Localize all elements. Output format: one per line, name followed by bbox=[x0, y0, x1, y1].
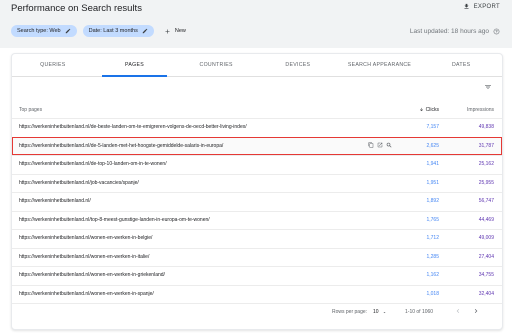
row-clicks: 1,712 bbox=[426, 235, 439, 241]
row-impressions: 31,787 bbox=[478, 142, 494, 149]
row-url[interactable]: https://werkeninhetbuitenland.nl/wonen-e… bbox=[19, 254, 149, 260]
row-url[interactable]: https://werkeninhetbuitenland.nl/top-8-m… bbox=[19, 217, 210, 223]
tab-dates[interactable]: DATES bbox=[420, 54, 502, 76]
filter-chip-label: Date: Last 3 months bbox=[88, 28, 138, 34]
row-impressions: 44,469 bbox=[478, 216, 494, 223]
table-row[interactable]: https://werkeninhetbuitenland.nl/job-vac… bbox=[12, 173, 502, 193]
filter-chip-date[interactable]: Date: Last 3 months bbox=[82, 25, 154, 37]
row-impressions: 25,955 bbox=[478, 179, 494, 186]
row-url[interactable]: https://werkeninhetbuitenland.nl/wonen-e… bbox=[19, 291, 154, 297]
export-label: EXPORT bbox=[473, 3, 500, 10]
column-clicks-label: Clicks bbox=[425, 107, 439, 113]
sort-arrow-icon bbox=[420, 108, 424, 112]
row-url[interactable]: https://werkeninhetbuitenland.nl/de-5-la… bbox=[19, 143, 223, 149]
table-row[interactable]: https://werkeninhetbuitenland.nl/wonen-e… bbox=[12, 284, 502, 304]
help-icon[interactable] bbox=[493, 28, 500, 35]
filter-chip-search-type[interactable]: Search type: Web bbox=[11, 25, 77, 37]
row-clicks: 1,018 bbox=[426, 290, 439, 297]
filter-icon[interactable] bbox=[484, 83, 492, 91]
report-header: Performance on Search results EXPORT Sea… bbox=[0, 0, 512, 48]
inspect-icon[interactable] bbox=[386, 142, 392, 148]
row-clicks: 1,765 bbox=[426, 216, 439, 223]
row-clicks: 1,162 bbox=[426, 272, 439, 278]
tab-pages[interactable]: PAGES bbox=[94, 54, 176, 77]
plus-icon bbox=[165, 28, 170, 34]
row-clicks: 7,157 bbox=[426, 124, 439, 130]
table-body: https://werkeninhetbuitenland.nl/de-best… bbox=[12, 118, 502, 303]
dimension-tabs: QUERIES PAGES COUNTRIES DEVICES SEARCH A… bbox=[12, 54, 502, 77]
new-label: New bbox=[174, 28, 186, 34]
tab-search-appearance[interactable]: SEARCH APPEARANCE bbox=[339, 54, 421, 76]
chevron-left-icon[interactable] bbox=[454, 307, 462, 315]
row-url[interactable]: https://werkeninhetbuitenland.nl/de-top-… bbox=[19, 161, 167, 167]
rows-per-page-label: Rows per page: bbox=[332, 309, 368, 315]
row-url[interactable]: https://werkeninhetbuitenland.nl/wonen-e… bbox=[19, 272, 165, 278]
table-row-highlighted[interactable]: https://werkeninhetbuitenland.nl/de-5-la… bbox=[12, 136, 502, 155]
pagination-range: 1-10 of 1060 bbox=[405, 309, 434, 315]
column-impressions[interactable]: Impressions bbox=[467, 107, 494, 113]
filter-chip-label: Search type: Web bbox=[17, 28, 61, 34]
rows-per-page-select[interactable]: 10 bbox=[373, 309, 387, 315]
row-clicks: 1,951 bbox=[426, 179, 439, 186]
new-filter-button[interactable]: New bbox=[164, 28, 186, 35]
table-row[interactable]: https://werkeninhetbuitenland.nl/top-8-m… bbox=[12, 210, 502, 230]
row-impressions: 27,404 bbox=[478, 253, 494, 260]
table-row[interactable]: https://werkeninhetbuitenland.nl/de-top-… bbox=[12, 155, 502, 174]
row-clicks: 1,285 bbox=[426, 253, 439, 260]
row-impressions: 56,747 bbox=[478, 198, 494, 204]
row-url[interactable]: https://werkeninhetbuitenland.nl/de-best… bbox=[19, 124, 247, 130]
pencil-icon bbox=[142, 28, 148, 34]
chevron-right-icon[interactable] bbox=[472, 307, 480, 315]
copy-icon[interactable] bbox=[368, 141, 374, 148]
row-clicks: 1,892 bbox=[426, 198, 439, 204]
row-url[interactable]: https://werkeninhetbuitenland.nl/wonen-e… bbox=[19, 235, 152, 241]
table-row[interactable]: https://werkeninhetbuitenland.nl/wonen-e… bbox=[12, 266, 502, 285]
open-external-icon[interactable] bbox=[377, 142, 383, 148]
pencil-icon bbox=[65, 28, 70, 34]
row-impressions: 32,404 bbox=[478, 290, 494, 297]
tab-devices[interactable]: DEVICES bbox=[257, 54, 339, 76]
table-row[interactable]: https://werkeninhetbuitenland.nl/wonen-e… bbox=[12, 247, 502, 267]
tab-queries[interactable]: QUERIES bbox=[12, 54, 94, 76]
row-impressions: 49,009 bbox=[478, 235, 494, 241]
row-actions bbox=[368, 141, 392, 148]
page-title: Performance on Search results bbox=[11, 3, 142, 14]
filter-bar: Search type: Web Date: Last 3 months New bbox=[11, 25, 186, 37]
table-row[interactable]: https://werkeninhetbuitenland.nl/de-best… bbox=[12, 118, 502, 137]
row-clicks: 2,625 bbox=[426, 142, 439, 149]
table-header: Top pages Clicks Impressions bbox=[12, 104, 502, 118]
row-impressions: 25,162 bbox=[478, 161, 494, 167]
table-row[interactable]: https://werkeninhetbuitenland.nl/ 1,892 … bbox=[12, 192, 502, 211]
column-clicks[interactable]: Clicks bbox=[419, 107, 439, 113]
last-updated-text: Last updated: 18 hours ago bbox=[409, 28, 489, 35]
row-url[interactable]: https://werkeninhetbuitenland.nl/job-vac… bbox=[19, 180, 139, 186]
pagination: Rows per page: 10 1-10 of 1060 bbox=[12, 303, 502, 320]
export-button[interactable]: EXPORT bbox=[463, 3, 500, 10]
rows-per-page-value: 10 bbox=[373, 309, 379, 315]
row-clicks: 1,941 bbox=[426, 161, 439, 167]
tab-countries[interactable]: COUNTRIES bbox=[175, 54, 257, 76]
dropdown-icon bbox=[383, 311, 386, 313]
column-top-pages: Top pages bbox=[19, 107, 43, 113]
row-impressions: 49,838 bbox=[478, 124, 494, 130]
last-updated: Last updated: 18 hours ago bbox=[410, 28, 500, 35]
row-url[interactable]: https://werkeninhetbuitenland.nl/ bbox=[19, 198, 91, 204]
row-impressions: 34,755 bbox=[478, 272, 494, 278]
table-row[interactable]: https://werkeninhetbuitenland.nl/wonen-e… bbox=[12, 229, 502, 248]
performance-card: QUERIES PAGES COUNTRIES DEVICES SEARCH A… bbox=[11, 53, 503, 330]
download-icon bbox=[464, 3, 469, 9]
